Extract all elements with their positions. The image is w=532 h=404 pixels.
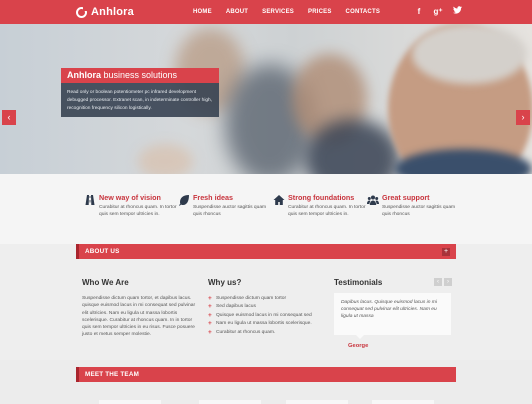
main-nav: HOME ABOUT SERVICES PRICES CONTACTS <box>186 0 387 24</box>
who-we-are-text: Suspendisse dictum quam tortor, et dapib… <box>82 296 196 338</box>
feature-text: Suspendisse auctor sagittis quam quis rh… <box>193 205 267 218</box>
logo-ring-icon <box>76 5 88 18</box>
about-section: ABOUT US + Who We Are Suspendisse dictum… <box>0 244 532 360</box>
about-title: ABOUT US <box>85 248 120 255</box>
feature-title: Fresh ideas <box>193 193 233 202</box>
features-section: New way of vision Curabitur at rhoncus q… <box>0 174 532 244</box>
feature-title: Great support <box>382 193 430 202</box>
home-icon <box>273 195 285 205</box>
nav-item-prices[interactable]: PRICES <box>301 9 339 15</box>
nav-item-services[interactable]: SERVICES <box>255 9 301 15</box>
top-navbar: Anhlora HOME ABOUT SERVICES PRICES CONTA… <box>0 0 532 24</box>
list-item: Sed dapibus lacus <box>208 303 320 312</box>
brand-name: Anhlora <box>91 6 134 18</box>
slider-prev-button[interactable]: ‹ <box>2 110 16 125</box>
testimonial-next-button[interactable]: › <box>444 278 452 286</box>
testimonial-prev-button[interactable]: ‹ <box>434 278 442 286</box>
feature-title: Strong foundations <box>288 193 355 202</box>
road-icon <box>85 195 95 205</box>
hero-photo-shape <box>138 144 193 174</box>
list-item: Curabitur at rhoncus quam. <box>208 329 320 338</box>
who-we-are-heading: Who We Are <box>82 278 129 287</box>
team-title: MEET THE TEAM <box>85 371 140 378</box>
twitter-icon[interactable] <box>452 6 462 17</box>
social-links: f g⁺ <box>414 6 462 17</box>
testimonial-author: George <box>348 343 369 349</box>
hero-caption: Anhlora business solutions Read only or … <box>61 68 219 118</box>
team-card <box>199 400 261 404</box>
hero-caption-text: Read only or boolean potentiometer pc in… <box>61 83 219 118</box>
hero-slider: Anhlora business solutions Read only or … <box>0 24 532 174</box>
expand-button[interactable]: + <box>442 248 450 256</box>
team-card <box>99 400 161 404</box>
why-us-list: Suspendisse dictum quam tortor Sed dapib… <box>208 295 320 337</box>
hero-photo-shape <box>412 24 527 84</box>
feature-title: New way of vision <box>99 193 161 202</box>
nav-item-home[interactable]: HOME <box>186 9 219 15</box>
slider-next-button[interactable]: › <box>516 110 530 125</box>
team-section: MEET THE TEAM <box>0 360 532 404</box>
list-item: Nam eu ligula ut massa lobortis sceleris… <box>208 320 320 329</box>
hero-caption-title: Anhlora business solutions <box>61 68 219 83</box>
testimonials-heading: Testimonials <box>334 278 383 287</box>
hero-title-rest: business solutions <box>101 70 178 80</box>
google-plus-icon[interactable]: g⁺ <box>433 6 443 17</box>
facebook-icon[interactable]: f <box>414 6 424 17</box>
feature-text: Curabitur at rhoncus quam. In tortor qui… <box>288 205 366 218</box>
about-header-bar: ABOUT US + <box>76 244 456 259</box>
nav-item-contacts[interactable]: CONTACTS <box>339 9 388 15</box>
feature-text: Curabitur at rhoncus quam. In tortor qui… <box>99 205 177 218</box>
team-card <box>372 400 434 404</box>
why-us-heading: Why us? <box>208 278 242 287</box>
hero-title-brand: Anhlora <box>67 70 102 80</box>
list-item: Quisque euismod lacus in mi consequat se… <box>208 312 320 321</box>
testimonial-quote: Dapibus lacus. Quisque euismod lacus in … <box>334 293 451 339</box>
team-card <box>286 400 348 404</box>
brand-logo[interactable]: Anhlora <box>76 4 134 20</box>
list-item: Suspendisse dictum quam tortor <box>208 295 320 304</box>
feature-text: Suspendisse auctor sagittis quam quis rh… <box>382 205 456 218</box>
group-icon <box>367 195 379 205</box>
nav-item-about[interactable]: ABOUT <box>219 9 255 15</box>
leaf-icon <box>179 195 189 206</box>
team-header-bar: MEET THE TEAM <box>76 367 456 382</box>
